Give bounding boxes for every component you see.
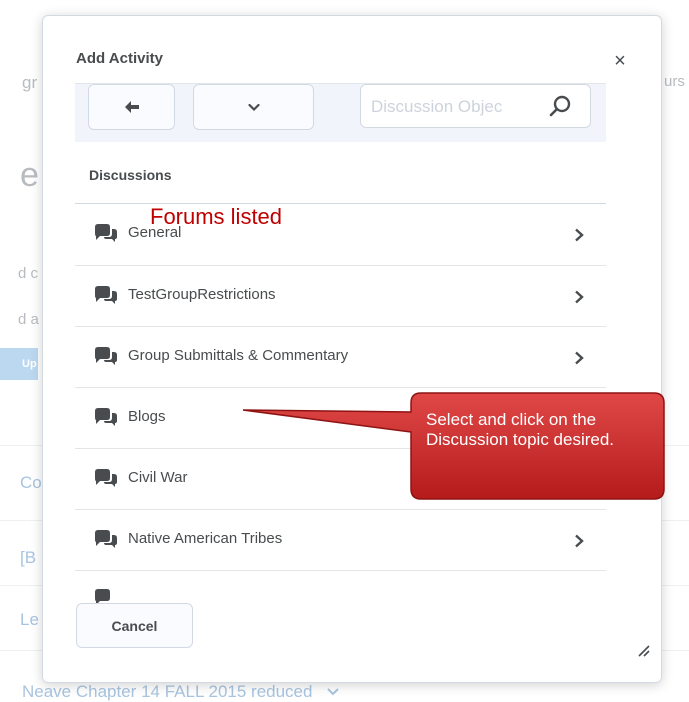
close-button[interactable]: × (610, 51, 630, 72)
bg-fragment: Co (20, 473, 42, 492)
add-activity-dialog: Add Activity × Discussions General (42, 15, 662, 683)
list-item-label: Native American Tribes (128, 530, 283, 547)
list-item-label: Group Submittals & Commentary (128, 347, 349, 364)
chevron-down-icon (327, 688, 339, 696)
bg-bottom-item: Neave Chapter 14 FALL 2015 reduced (22, 682, 339, 702)
bg-fragment: urs (664, 73, 685, 90)
speech-bubbles-icon (95, 530, 117, 548)
speech-bubbles-icon (95, 589, 110, 604)
search-field[interactable] (360, 84, 591, 128)
chevron-down-icon (247, 103, 260, 111)
list-item-label: Civil War (128, 469, 188, 486)
bg-fragment: d a (18, 311, 39, 328)
cancel-button[interactable]: Cancel (76, 603, 193, 648)
discussion-list: General TestGroupRestrictions Group Subm… (75, 204, 606, 604)
list-item[interactable]: Native American Tribes (75, 510, 606, 571)
speech-bubbles-icon (95, 224, 117, 242)
list-item-label: TestGroupRestrictions (128, 286, 276, 303)
speech-bubbles-icon (95, 347, 117, 365)
annotation-forums-listed: Forums listed (150, 204, 283, 229)
speech-bubbles-icon (95, 469, 117, 487)
bg-fragment: Le (20, 610, 39, 629)
search-input[interactable] (369, 91, 553, 123)
chevron-right-icon (575, 351, 584, 365)
bg-fragment: [B (20, 548, 37, 567)
list-item[interactable]: Civil War (75, 449, 606, 510)
callout-text: Select and click on the Discussion topic… (426, 410, 615, 449)
resize-handle-icon[interactable] (636, 643, 650, 657)
list-item-partial[interactable] (75, 571, 606, 604)
speech-bubbles-icon (95, 286, 117, 304)
section-heading: Discussions (89, 167, 172, 183)
back-button[interactable] (88, 84, 175, 130)
bg-fragment: gr (22, 73, 38, 92)
toolbar (75, 84, 606, 142)
chevron-right-icon (575, 534, 584, 548)
activity-panel: Discussions General TestGroupRestriction… (75, 83, 606, 604)
bg-upload-button: Up (0, 348, 38, 380)
bg-fragment: e (20, 156, 39, 194)
menu-dropdown-button[interactable] (193, 84, 314, 130)
list-item[interactable]: TestGroupRestrictions (75, 266, 606, 327)
bg-fragment: d c (18, 265, 39, 282)
arrow-left-icon (124, 101, 139, 113)
list-item-label: Blogs (128, 408, 166, 425)
dialog-title: Add Activity (76, 50, 163, 67)
speech-bubbles-icon (95, 408, 117, 426)
search-icon[interactable] (547, 93, 573, 119)
chevron-right-icon (575, 228, 584, 242)
chevron-right-icon (575, 290, 584, 304)
list-item[interactable]: Group Submittals & Commentary (75, 327, 606, 388)
